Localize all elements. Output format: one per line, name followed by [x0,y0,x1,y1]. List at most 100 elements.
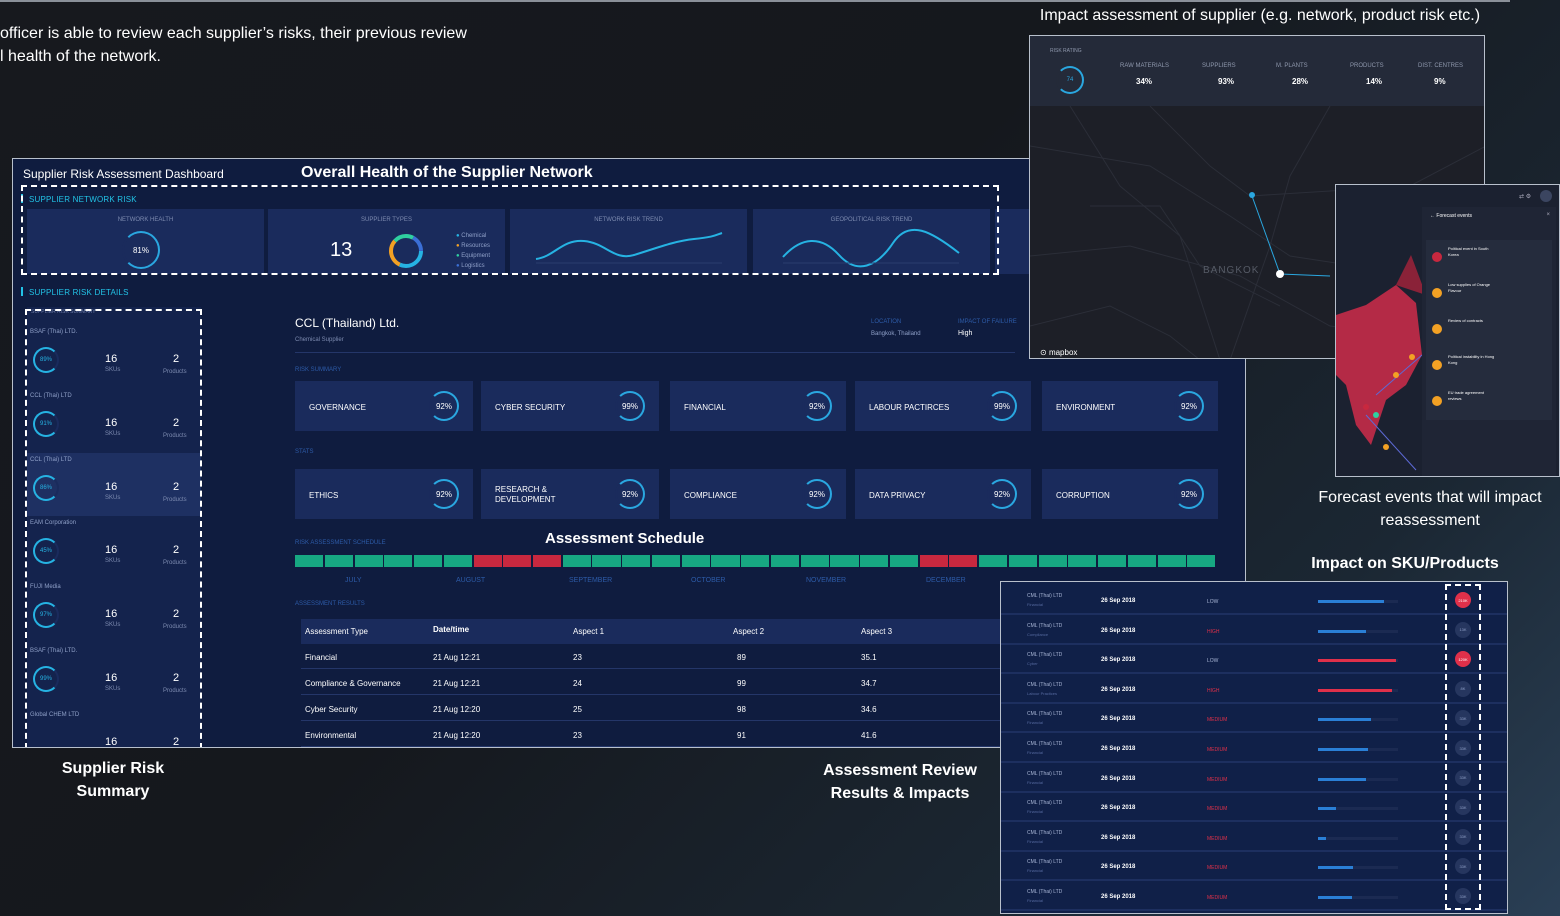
schedule-segment[interactable] [592,555,621,567]
schedule-month-label: JULY [345,577,362,584]
stat-card[interactable]: RESEARCH & DEVELOPMENT 92% [481,469,659,519]
schedule-segment[interactable] [532,555,562,567]
forecast-event-item[interactable]: Political instability in Hong Kong [1426,348,1552,384]
event-title: Political instability in Hong Kong [1448,354,1495,365]
schedule-segment[interactable] [1038,555,1067,567]
impact-sku-caption: Impact on SKU/Products [1311,555,1499,572]
schedule-segment[interactable] [800,555,829,567]
sku-risk-level: LOW [1207,658,1219,665]
card-label: ETHICS [309,491,339,500]
schedule-segment[interactable] [1127,555,1156,567]
location-label: LOCATION [871,319,902,325]
sku-impact-row[interactable]: CML (Thai) LTD Labour Practices 26 Sep 201… [1001,675,1507,704]
schedule-segment[interactable] [919,555,948,567]
sku-impact-row[interactable]: CML (Thai) LTD Financial 26 Sep 2018 MEDIUM… [1001,704,1507,734]
forecast-event-item[interactable]: Review of contracts [1426,312,1552,348]
schedule-segment[interactable] [1157,555,1186,567]
schedule-segment[interactable] [414,555,443,567]
schedule-segment[interactable] [384,555,413,567]
close-icon[interactable]: × [1546,212,1550,218]
sku-supplier: CML (Thai) LTD [1027,889,1063,895]
settings-icon[interactable]: ⇄ ⚙ [1519,193,1531,200]
schedule-segment[interactable] [354,555,383,567]
top-divider [0,0,1510,2]
schedule-segment[interactable] [473,555,502,567]
divider [295,352,1015,353]
sku-impact-row[interactable]: CML (Thai) LTD Financial 26 Sep 2018 LOW 210… [1001,586,1507,615]
table-cell: 98 [737,705,746,714]
card-gauge: 92% [429,479,459,509]
sku-category: Financial [1027,838,1044,844]
risk-card[interactable]: ENVIRONMENT 92% [1042,381,1218,431]
schedule-segment[interactable] [979,555,1008,567]
sku-supplier: CML (Thai) LTD [1027,800,1063,807]
schedule-segment[interactable] [295,555,324,567]
sku-impact-bar-fill [1318,718,1371,722]
forecast-event-item[interactable]: Political event in South Korea [1426,240,1552,276]
table-cell: Environmental [305,731,357,740]
risk-card[interactable]: FINANCIAL 92% [670,381,846,431]
sku-category: Cyber [1027,661,1038,667]
sku-impact-panel[interactable]: CML (Thai) LTD Financial 26 Sep 2018 LOW 210… [1000,581,1508,914]
supplier-risk-summary-caption: Supplier Risk Summary [61,760,165,800]
sku-impact-bar [1318,807,1398,811]
schedule-segment[interactable] [860,555,889,567]
sku-impact-row[interactable]: CML (Thai) LTD Financial 26 Sep 2018 MEDIUM… [1001,734,1507,763]
sku-impact-bar-fill [1318,866,1353,870]
table-row[interactable]: Cyber Security 21 Aug 12:20 25 98 34.6 [301,696,1021,721]
risk-card[interactable]: CYBER SECURITY 99% [481,381,659,431]
schedule-segment[interactable] [830,555,859,567]
col-header: Aspect 3 [861,627,893,636]
forecast-event-item[interactable]: EU trade agreement reviews [1426,384,1552,420]
schedule-segment[interactable] [681,555,710,567]
sku-impact-row[interactable]: CML (Thai) LTD Compliance 26 Sep 2018 HIGH 1… [1001,616,1507,645]
schedule-segment[interactable] [443,555,472,567]
sku-impact-row[interactable]: CML (Thai) LTD Financial 26 Sep 2018 MEDIUM… [1001,852,1507,882]
schedule-segment[interactable] [503,555,532,567]
sku-impact-row[interactable]: CML (Thai) LTD Financial 26 Sep 2018 MEDIUM… [1001,882,1507,911]
schedule-segment[interactable] [889,555,918,567]
sku-impact-row[interactable]: CML (Thai) LTD Cyber 26 Sep 2018 LOW 120K [1001,645,1507,675]
risk-card[interactable]: LABOUR PACTIRCES 99% [855,381,1031,431]
sku-impact-bar [1318,836,1398,840]
network-health-highlight [21,185,999,275]
schedule-segment[interactable] [651,555,681,567]
card-label: COMPLIANCE [684,491,737,500]
sku-impact-bar-fill [1318,659,1396,663]
schedule-segment[interactable] [622,555,651,567]
schedule-segment[interactable] [1068,555,1097,567]
card-gauge: 99% [987,391,1017,421]
col-header: Aspect 1 [573,627,605,636]
stat-card[interactable]: ETHICS 92% [295,469,473,519]
schedule-segment[interactable] [770,555,800,567]
schedule-segment[interactable] [711,555,740,567]
forecast-event-item[interactable]: Low supplies of Orange Flavour [1426,276,1552,312]
schedule-segment[interactable] [741,555,770,567]
card-label: DATA PRIVACY [869,491,926,500]
schedule-segment[interactable] [1187,555,1216,567]
schedule-segment[interactable] [949,555,978,567]
sku-impact-row[interactable]: CML (Thai) LTD Financial 26 Sep 2018 MEDIUM… [1001,823,1507,852]
schedule-segment[interactable] [1008,555,1037,567]
intro-line: officer is able to review each supplier’… [0,25,467,42]
avatar[interactable] [1540,190,1552,202]
sku-impact-bar-fill [1318,836,1326,840]
stat-card[interactable]: COMPLIANCE 92% [670,469,846,519]
sku-impact-row[interactable]: CML (Thai) LTD Financial 26 Sep 2018 MEDIUM… [1001,764,1507,793]
forecast-events-panel[interactable]: ⇄ ⚙ ← Forecast events × Political event … [1335,184,1560,477]
card-label: GOVERNANCE [309,403,366,412]
table-cell: 99 [737,679,746,688]
schedule-segment[interactable] [324,555,353,567]
table-row[interactable]: Compliance & Governance 21 Aug 12:21 24 99 3… [301,670,1021,695]
schedule-segment[interactable] [562,555,591,567]
stat-card[interactable]: CORRUPTION 92% [1042,469,1218,519]
stat-card[interactable]: DATA PRIVACY 92% [855,469,1031,519]
risk-card[interactable]: GOVERNANCE 92% [295,381,473,431]
table-cell: Cyber Security [305,705,358,714]
table-row[interactable]: Financial 21 Aug 12:21 23 89 35.1 [301,644,1021,669]
table-row[interactable]: Environmental 21 Aug 12:20 23 91 41.6 [301,722,1021,747]
schedule-segment[interactable] [1098,555,1127,567]
sku-impact-row[interactable]: CML (Thai) LTD Financial 26 Sep 2018 MEDIUM… [1001,793,1507,823]
detail-company-type: Chemical Supplier [295,337,344,343]
sku-risk-level: LOW [1207,599,1219,605]
